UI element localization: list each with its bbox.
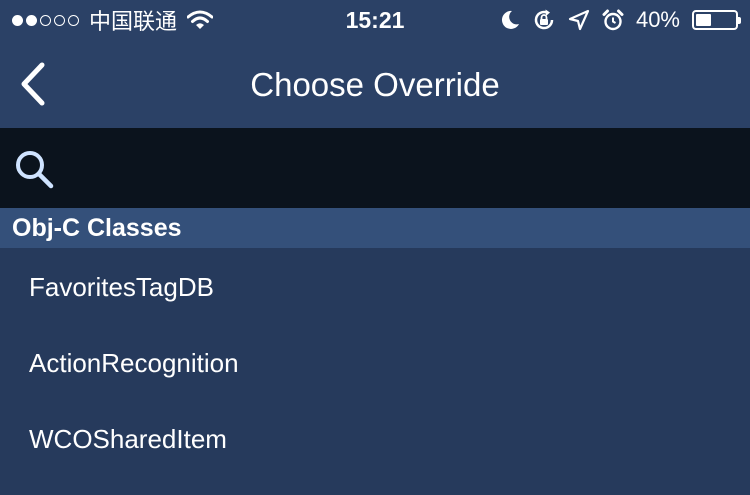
page-title: Choose Override	[250, 66, 500, 103]
search-input[interactable]	[68, 140, 732, 198]
battery-icon	[692, 10, 741, 30]
location-arrow-icon	[568, 9, 590, 31]
list-item[interactable]: ActionRecognition	[0, 324, 750, 400]
status-right: 40%	[500, 6, 741, 34]
battery-level-fill	[696, 14, 712, 26]
battery-percent: 40%	[635, 7, 680, 32]
rotation-lock-icon	[534, 9, 554, 30]
list-item-label: ActionRecognition	[29, 348, 239, 378]
list-item[interactable]: WCOSharedItem	[0, 400, 750, 476]
status-bar: 中国联通 15:21 40%	[0, 0, 750, 40]
class-list: FavoritesTagDB ActionRecognition WCOShar…	[0, 248, 750, 476]
list-item-label: FavoritesTagDB	[29, 272, 214, 302]
moon-icon	[501, 10, 519, 29]
list-item[interactable]: FavoritesTagDB	[0, 248, 750, 324]
section-header: Obj-C Classes	[0, 208, 750, 248]
list-item-label: WCOSharedItem	[29, 424, 227, 454]
section-title: Obj-C Classes	[12, 214, 182, 242]
search-icon[interactable]	[12, 147, 56, 191]
alarm-icon	[602, 9, 624, 31]
navigation-bar: Choose Override	[0, 40, 750, 128]
